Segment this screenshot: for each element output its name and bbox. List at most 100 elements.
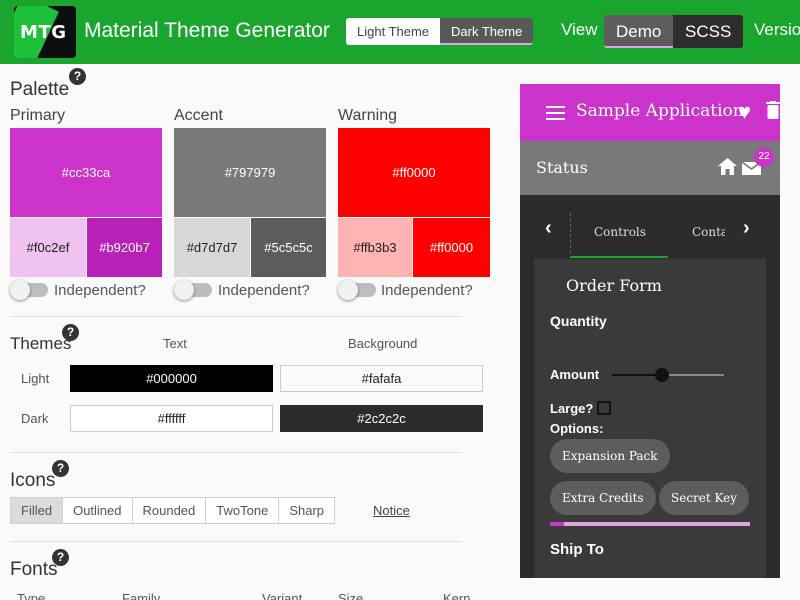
themes-title: Themes <box>10 334 72 353</box>
warning-main-swatch[interactable]: #ff0000 <box>338 128 490 217</box>
dark-theme-label: Dark <box>21 411 49 426</box>
themes-divider <box>10 452 462 453</box>
icon-style-sharp[interactable]: Sharp <box>279 498 334 523</box>
primary-light-hex: #f0c2ef <box>26 240 70 255</box>
accent-light-swatch[interactable]: #d7d7d7 <box>174 218 250 277</box>
light-text-color-field[interactable]: #000000 <box>70 365 273 392</box>
fonts-header-type: Type <box>17 591 46 600</box>
dark-background-hex: #2c2c2c <box>357 411 406 426</box>
demo-tab-controls[interactable]: Controls <box>594 225 646 239</box>
primary-independent-toggle[interactable] <box>10 280 48 300</box>
palette-help-icon[interactable]: ? <box>69 68 86 85</box>
primary-light-swatch[interactable]: #f0c2ef <box>10 218 86 277</box>
toggle-knob <box>338 280 358 300</box>
light-background-hex: #fafafa <box>361 371 402 386</box>
warning-independent-toggle[interactable] <box>338 280 376 300</box>
icon-style-filled[interactable]: Filled <box>11 498 64 523</box>
options-label: Options: <box>550 421 604 436</box>
primary-dark-swatch[interactable]: #b920b7 <box>87 218 162 277</box>
warning-independent-label: Independent? <box>381 282 473 299</box>
warning-dark-swatch[interactable]: #ff0000 <box>413 218 490 277</box>
tab-scroll-left-icon[interactable]: ‹ <box>545 217 552 240</box>
accent-dark-hex: #5c5c5c <box>264 240 313 255</box>
accent-label: Accent <box>174 107 223 124</box>
logo-text: MTG <box>20 22 67 43</box>
amount-slider-thumb[interactable] <box>655 368 670 382</box>
accent-independent-label: Independent? <box>218 282 310 299</box>
demo-status-title: Status <box>536 158 588 177</box>
large-checkbox[interactable] <box>597 401 611 415</box>
scss-tab[interactable]: SCSS <box>673 15 744 48</box>
light-theme-label: Light <box>21 371 50 386</box>
icons-help-icon[interactable]: ? <box>52 460 69 477</box>
warning-label: Warning <box>338 107 397 124</box>
warning-main-hex: #ff0000 <box>392 165 436 180</box>
order-form-card: Order Form Quantity Amount Large? Option… <box>534 259 766 578</box>
demo-app-bar: Sample Application ♥ <box>520 84 780 141</box>
accent-main-hex: #797979 <box>224 165 276 180</box>
light-background-color-field[interactable]: #fafafa <box>280 365 483 392</box>
primary-main-swatch[interactable]: #cc33ca <box>10 128 162 217</box>
demo-scroll-gutter <box>780 84 800 578</box>
icons-title: Icons <box>10 470 56 491</box>
fonts-header-size: Size <box>338 591 364 600</box>
dark-theme-button[interactable]: Dark Theme <box>440 18 534 45</box>
chip-extra-credits[interactable]: Extra Credits <box>550 481 656 515</box>
accent-light-hex: #d7d7d7 <box>186 240 238 255</box>
demo-tab[interactable]: Demo <box>604 15 674 48</box>
tab-scroll-right-icon[interactable]: › <box>743 217 750 240</box>
accent-main-swatch[interactable]: #797979 <box>174 128 326 217</box>
warning-light-swatch[interactable]: #ffb3b3 <box>338 218 412 277</box>
menu-icon[interactable] <box>546 106 565 120</box>
theme-toggle-group: Light Theme Dark Theme <box>346 18 534 45</box>
dark-text-hex: #ffffff <box>157 411 186 426</box>
fonts-title: Fonts <box>10 559 58 580</box>
primary-main-hex: #cc33ca <box>61 165 111 180</box>
light-text-hex: #000000 <box>146 371 197 386</box>
accent-independent-toggle[interactable] <box>174 280 212 300</box>
palette-title: Palette <box>10 79 70 100</box>
primary-label: Primary <box>10 107 66 124</box>
demo-status-bar: Status <box>520 141 780 195</box>
toggle-knob <box>10 280 30 300</box>
heart-icon[interactable]: ♥ <box>738 99 751 125</box>
large-label: Large? <box>550 401 594 416</box>
tab-fade-mask <box>725 195 780 259</box>
dark-background-color-field[interactable]: #2c2c2c <box>280 405 483 432</box>
icons-notice-link[interactable]: Notice <box>373 503 410 518</box>
fonts-header-variant: Variant <box>262 591 303 600</box>
toggle-knob <box>174 280 194 300</box>
dark-text-color-field[interactable]: #ffffff <box>70 405 273 432</box>
fonts-help-icon[interactable]: ? <box>52 549 69 566</box>
trash-icon[interactable] <box>766 101 780 119</box>
icon-style-outlined[interactable]: Outlined <box>63 498 133 523</box>
icon-style-twotone[interactable]: TwoTone <box>206 498 280 523</box>
themes-background-header: Background <box>348 336 418 351</box>
quantity-label: Quantity <box>550 313 607 329</box>
version-label[interactable]: Version <box>754 20 800 40</box>
fonts-header-family: Family <box>122 591 161 600</box>
app-title: Material Theme Generator <box>84 19 330 42</box>
home-icon[interactable] <box>718 158 737 175</box>
icons-divider <box>10 541 462 542</box>
themes-help-icon[interactable]: ? <box>62 324 79 341</box>
mtg-logo: MTG <box>14 6 76 58</box>
ship-to-label: Ship To <box>550 541 604 558</box>
view-label: View <box>561 20 598 39</box>
primary-dark-hex: #b920b7 <box>99 240 150 255</box>
order-progress-fill <box>550 522 564 526</box>
demo-tab-bar: ‹ Controls Containers › <box>520 195 780 259</box>
amount-label: Amount <box>550 367 600 382</box>
tab-separator <box>570 213 571 253</box>
demo-preview-panel: Sample Application ♥ Status 22 ‹ Control… <box>520 84 780 578</box>
order-progress-bar <box>550 522 750 526</box>
mail-badge: 22 <box>754 147 774 167</box>
demo-app-title: Sample Application <box>576 101 744 121</box>
chip-expansion-pack[interactable]: Expansion Pack <box>550 439 670 473</box>
light-theme-button[interactable]: Light Theme <box>346 18 441 45</box>
warning-dark-hex: #ff0000 <box>429 240 474 255</box>
warning-light-hex: #ffb3b3 <box>353 240 397 255</box>
icon-style-rounded[interactable]: Rounded <box>133 498 207 523</box>
chip-secret-key[interactable]: Secret Key <box>659 481 750 515</box>
accent-dark-swatch[interactable]: #5c5c5c <box>251 218 326 277</box>
